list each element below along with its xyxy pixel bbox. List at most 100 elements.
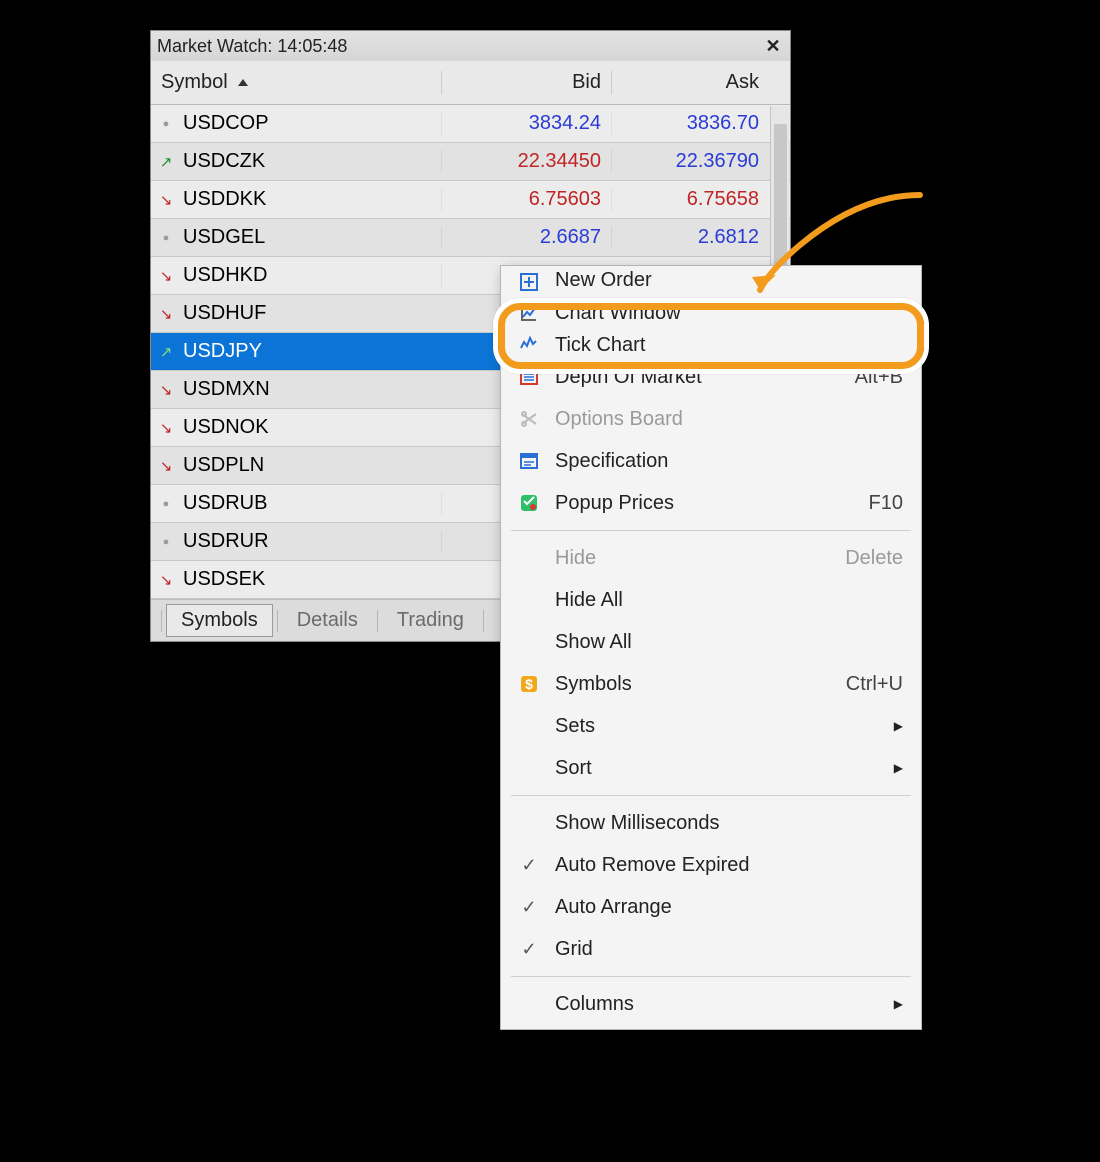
list-icon [519,367,539,387]
svg-text:$: $ [525,676,533,692]
menu-sets[interactable]: Sets▶ [501,705,921,747]
menu-item-label: Hide All [545,589,903,612]
scissors-icon [519,409,539,429]
tab-symbols[interactable]: Symbols [166,604,273,637]
col-bid-label[interactable]: Bid [441,71,611,94]
menu-item-label: Auto Remove Expired [545,854,903,877]
menu-item-label: Sets [545,715,894,738]
menu-tick-chart[interactable]: Tick Chart [501,334,921,356]
bid-cell: 22.34450 [441,150,611,173]
col-ask-label[interactable]: Ask [611,71,771,94]
menu-separator [511,976,911,977]
ask-cell: 2.6812 [611,226,771,249]
bid-cell: 6.75603 [441,188,611,211]
trend-neutral-icon: ● [163,498,170,510]
menu-item-label: Hide [545,547,845,570]
symbol-cell: USDGEL [181,226,441,249]
tab-details[interactable]: Details [282,604,373,637]
symbol-cell: USDMXN [181,378,441,401]
symbol-cell: USDRUR [181,530,441,553]
close-icon[interactable]: ✕ [764,37,782,55]
menu-popup-prices[interactable]: Popup PricesF10 [501,482,921,524]
submenu-arrow-icon: ▶ [894,997,903,1011]
form-icon [519,451,539,471]
trend-neutral-icon: ● [163,118,170,130]
menu-hide-all[interactable]: Hide All [501,579,921,621]
ask-cell: 22.36790 [611,150,771,173]
menu-item-label: Auto Arrange [545,896,903,919]
menu-columns[interactable]: Columns▶ [501,983,921,1025]
scroll-thumb[interactable] [774,124,787,274]
menu-auto-remove[interactable]: Auto Remove Expired [501,844,921,886]
menu-item-label: Depth Of Market [545,366,855,389]
menu-symbols[interactable]: $SymbolsCtrl+U [501,663,921,705]
menu-specification[interactable]: Specification [501,440,921,482]
table-row[interactable]: ● USDGEL2.66872.6812 [151,219,790,257]
submenu-arrow-icon: ▶ [894,719,903,733]
panel-title: Market Watch: 14:05:48 [157,36,347,57]
col-symbol-label[interactable]: Symbol [161,71,228,94]
menu-options-board: Options Board [501,398,921,440]
ask-cell: 3836.70 [611,112,771,135]
table-header[interactable]: Symbol Bid Ask [151,61,790,105]
plus-icon [519,272,539,292]
menu-shortcut: Alt+B [855,366,903,389]
symbol-cell: USDDKK [181,188,441,211]
trend-down-icon: ↘ [160,381,173,399]
menu-item-label: Sort [545,757,894,780]
trend-down-icon: ↘ [160,419,173,437]
sort-asc-icon [238,79,248,86]
trend-neutral-icon: ● [163,232,170,244]
symbol-cell: USDRUB [181,492,441,515]
table-row[interactable]: ● USDCOP3834.243836.70 [151,105,790,143]
menu-hide: HideDelete [501,537,921,579]
symbol-cell: USDNOK [181,416,441,439]
trend-up-icon: ↗ [160,153,173,171]
menu-separator [511,530,911,531]
menu-depth[interactable]: Depth Of MarketAlt+B [501,356,921,398]
menu-chart-window[interactable]: Chart Window [501,292,921,334]
menu-item-label: Show Milliseconds [545,812,903,835]
menu-new-order[interactable]: New Order [501,270,921,292]
menu-shortcut: Delete [845,547,903,570]
menu-show-all[interactable]: Show All [501,621,921,663]
symbol-cell: USDCZK [181,150,441,173]
menu-item-label: Grid [545,938,903,961]
menu-item-label: Columns [545,993,894,1016]
tab-trading[interactable]: Trading [382,604,479,637]
symbol-cell: USDCOP [181,112,441,135]
menu-item-label: Options Board [545,408,903,431]
menu-item-label: Specification [545,450,903,473]
symbol-cell: USDHUF [181,302,441,325]
menu-item-label: Symbols [545,673,846,696]
menu-item-label: Show All [545,631,903,654]
trend-neutral-icon: ● [163,536,170,548]
trend-up-icon: ↗ [160,343,173,361]
menu-item-label: Tick Chart [545,334,903,356]
context-menu: New OrderChart WindowTick ChartDepth Of … [500,265,922,1030]
symbol-cell: USDPLN [181,454,441,477]
trend-down-icon: ↘ [160,571,173,589]
ask-cell: 6.75658 [611,188,771,211]
tick-icon [519,334,539,354]
menu-show-ms[interactable]: Show Milliseconds [501,802,921,844]
symbol-cell: USDHKD [181,264,441,287]
trend-down-icon: ↘ [160,267,173,285]
symbol-cell: USDSEK [181,568,441,591]
table-row[interactable]: ↗ USDCZK22.3445022.36790 [151,143,790,181]
popup-icon [519,493,539,513]
symbol-cell: USDJPY [181,340,441,363]
menu-item-label: New Order [545,270,903,292]
menu-item-label: Popup Prices [545,492,869,515]
trend-down-icon: ↘ [160,457,173,475]
submenu-arrow-icon: ▶ [894,761,903,775]
menu-sort[interactable]: Sort▶ [501,747,921,789]
menu-grid[interactable]: Grid [501,928,921,970]
bid-cell: 3834.24 [441,112,611,135]
trend-down-icon: ↘ [160,305,173,323]
table-row[interactable]: ↘USDDKK6.756036.75658 [151,181,790,219]
dollar-icon: $ [519,674,539,694]
titlebar: Market Watch: 14:05:48 ✕ [151,31,790,61]
menu-auto-arrange[interactable]: Auto Arrange [501,886,921,928]
bid-cell: 2.6687 [441,226,611,249]
